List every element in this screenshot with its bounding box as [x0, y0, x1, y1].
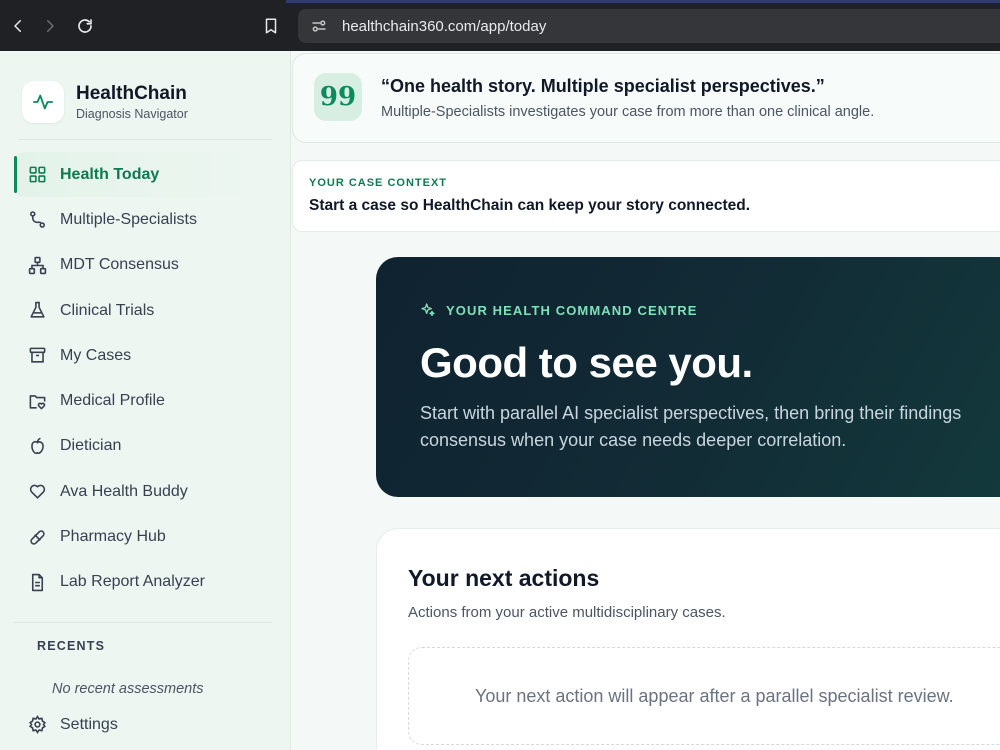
next-actions-empty-text: Your next action will appear after a par… [475, 686, 954, 706]
pill-icon [30, 529, 45, 545]
archive-icon [29, 347, 46, 363]
gear-icon [28, 715, 47, 734]
next-actions-card: Your next actions Actions from your acti… [376, 528, 1000, 750]
sidebar-item-label: Multiple-Specialists [60, 210, 197, 228]
next-actions-subtitle: Actions from your active multidisciplina… [408, 604, 726, 621]
case-context-label: YOUR CASE CONTEXT [309, 177, 448, 189]
address-bar[interactable]: healthchain360.com/app/today [298, 9, 1000, 43]
quote-title: “One health story. Multiple specialist p… [381, 76, 825, 96]
settings-label: Settings [60, 715, 118, 733]
recents-empty-text: No recent assessments [52, 681, 204, 697]
divider [14, 622, 272, 623]
sidebar: HealthChain Diagnosis Navigator Health T… [0, 51, 291, 750]
sidebar-item-label: Medical Profile [60, 392, 165, 410]
next-actions-empty-state: Your next action will appear after a par… [408, 647, 1000, 745]
settings-button[interactable]: Settings [28, 715, 118, 734]
hero-kicker: YOUR HEALTH COMMAND CENTRE [420, 302, 698, 318]
sparkles-icon [421, 303, 435, 316]
sidebar-item-label: Dietician [60, 437, 122, 455]
hero-body: Start with parallel AI specialist perspe… [420, 403, 962, 450]
sidebar-item-mdt-consensus[interactable]: MDT Consensus [14, 243, 272, 288]
flask-icon [30, 301, 45, 318]
sidebar-item-ava-health-buddy[interactable]: Ava Health Buddy [14, 469, 272, 514]
sidebar-item-label: Pharmacy Hub [60, 528, 166, 546]
url-text[interactable]: healthchain360.com/app/today [342, 18, 546, 35]
pulse-icon [22, 81, 64, 123]
heart-icon [29, 484, 46, 499]
sidebar-item-clinical-trials[interactable]: Clinical Trials [14, 288, 272, 333]
quote-icon: 99 [314, 73, 362, 121]
back-icon[interactable] [2, 10, 34, 42]
case-context-text: Start a case so HealthChain can keep you… [309, 197, 751, 214]
sidebar-item-lab-report-analyzer[interactable]: Lab Report Analyzer [14, 560, 272, 605]
sidebar-item-medical-profile[interactable]: Medical Profile [14, 378, 272, 423]
reload-icon[interactable] [69, 10, 101, 42]
sidebar-item-label: MDT Consensus [60, 256, 179, 274]
sidebar-item-dietician[interactable]: Dietician [14, 424, 272, 469]
forward-icon[interactable] [34, 10, 66, 42]
tab-accent-line [286, 0, 1000, 3]
document-icon [31, 573, 44, 592]
quote-subtitle: Multiple-Specialists investigates your c… [381, 104, 875, 120]
hero-card: YOUR HEALTH COMMAND CENTRE Good to see y… [376, 257, 1000, 497]
sidebar-item-multiple-specialists[interactable]: Multiple-Specialists [14, 197, 272, 242]
recents-heading: RECENTS [37, 639, 106, 653]
hero-kicker-text: YOUR HEALTH COMMAND CENTRE [446, 302, 698, 318]
site-settings-icon[interactable] [310, 17, 328, 35]
brand-name: HealthChain [76, 83, 187, 104]
browser-toolbar: healthchain360.com/app/today [0, 0, 1000, 51]
sidebar-item-my-cases[interactable]: My Cases [14, 333, 272, 378]
quote-banner: 99 “One health story. Multiple specialis… [292, 53, 1000, 143]
folder-heart-icon [29, 394, 46, 410]
bookmark-icon[interactable] [255, 10, 287, 42]
sidebar-item-label: Lab Report Analyzer [60, 573, 205, 591]
dashboard-icon [29, 166, 46, 183]
sidebar-item-health-today[interactable]: Health Today [14, 152, 272, 198]
sidebar-item-label: Clinical Trials [60, 301, 155, 319]
sidebar-nav: Health Today Multiple-Specialists MDT Co… [14, 152, 272, 605]
brand[interactable]: HealthChain Diagnosis Navigator [22, 81, 188, 123]
sidebar-item-label: My Cases [60, 346, 132, 364]
sidebar-item-pharmacy-hub[interactable]: Pharmacy Hub [14, 514, 272, 559]
hero-title: Good to see you. [420, 339, 753, 386]
next-actions-title: Your next actions [408, 565, 600, 591]
brand-subtitle: Diagnosis Navigator [76, 107, 188, 121]
route-icon [29, 211, 46, 229]
sidebar-item-label: Health Today [60, 165, 160, 183]
divider [18, 139, 272, 140]
case-context-card: YOUR CASE CONTEXT Start a case so Health… [292, 160, 1000, 232]
sidebar-item-label: Ava Health Buddy [60, 482, 188, 500]
network-icon [28, 256, 47, 274]
apple-icon [31, 437, 44, 454]
